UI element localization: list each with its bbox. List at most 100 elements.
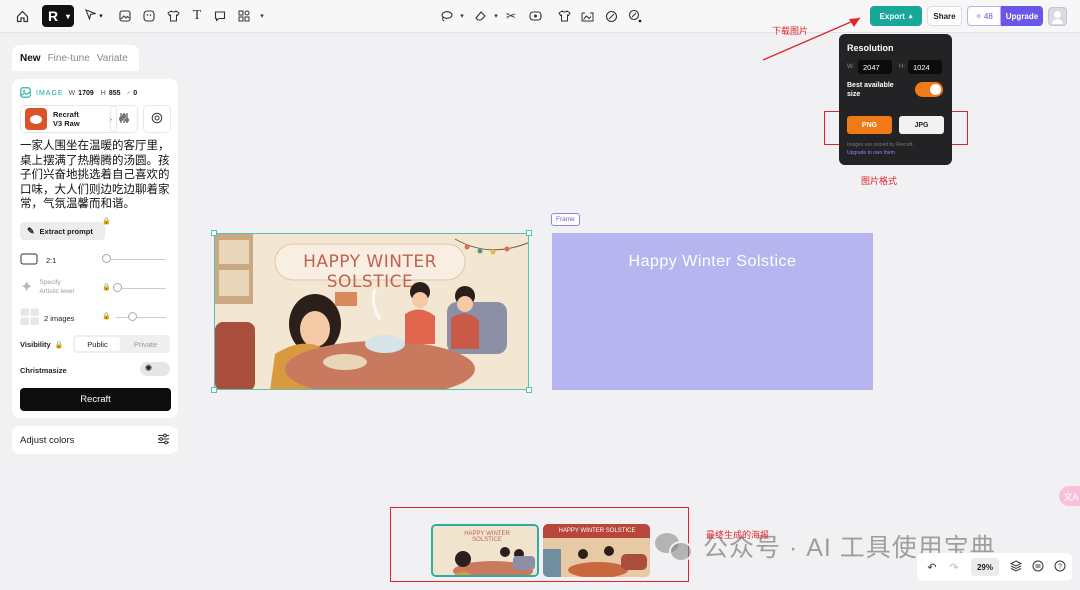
- tab-new[interactable]: New: [20, 53, 41, 64]
- width-label: W: [68, 89, 76, 97]
- comment-tool-icon[interactable]: [212, 8, 228, 24]
- aspect-ratio-slider[interactable]: [104, 259, 166, 260]
- help-icon[interactable]: ?: [1049, 560, 1071, 575]
- model-selector[interactable]: Recraft V3 Raw ›: [20, 105, 117, 133]
- tab-variate[interactable]: Variate: [97, 53, 128, 64]
- wechat-icon: [655, 531, 695, 562]
- artistic-level-knob[interactable]: [113, 283, 122, 292]
- user-avatar[interactable]: [1048, 7, 1067, 26]
- chevron-down-icon[interactable]: ▾: [254, 8, 270, 24]
- thumbnail-title: HAPPY WINTER SOLSTICE: [464, 531, 510, 543]
- export-popover: Resolution W: 2047 H: 1024 Best availabl…: [839, 34, 952, 165]
- select-tool[interactable]: ▾: [80, 6, 108, 26]
- export-label: Export: [879, 11, 905, 21]
- zoom-level[interactable]: 29%: [971, 558, 999, 576]
- frame-image-icon[interactable]: [579, 8, 595, 24]
- export-button[interactable]: Export ▴: [870, 6, 922, 26]
- translate-pill[interactable]: 文A: [1059, 486, 1080, 506]
- frame-tag[interactable]: Frame: [551, 213, 580, 226]
- cursor-icon: [85, 9, 98, 23]
- lasso-tool-icon[interactable]: [438, 8, 454, 24]
- app-logo-menu[interactable]: R ▾: [42, 5, 74, 27]
- image-type-icon[interactable]: [20, 87, 31, 100]
- image-count-setting[interactable]: 2 images: [20, 308, 74, 328]
- mockup-tool-icon[interactable]: [165, 8, 181, 24]
- frame-title[interactable]: Happy Winter Solstice: [552, 253, 873, 271]
- model-name: Recraft: [53, 110, 79, 119]
- magic-edit-icon[interactable]: [627, 8, 643, 24]
- upgrade-ownership-link[interactable]: Upgrade to own them: [847, 150, 895, 156]
- model-info: Recraft V3 Raw: [53, 110, 80, 128]
- resize-handle[interactable]: [211, 230, 217, 236]
- image-count-knob[interactable]: [128, 312, 137, 321]
- extract-prompt-button[interactable]: ✎ Extract prompt: [20, 222, 105, 240]
- sticker-tool-icon[interactable]: [141, 8, 157, 24]
- resize-handle[interactable]: [526, 230, 532, 236]
- dimensions: W 1709 H 855 ◜ 0: [69, 90, 138, 98]
- share-button[interactable]: Share: [927, 6, 962, 26]
- aspect-ratio-setting[interactable]: 2:1: [20, 253, 56, 267]
- image-count-slider[interactable]: [116, 317, 166, 318]
- smile-icon[interactable]: [1027, 560, 1049, 575]
- sliders-icon: [118, 112, 130, 127]
- artistic-level-setting[interactable]: ✦ Specify Artistic level: [20, 278, 74, 296]
- recraft-button[interactable]: Recraft: [20, 388, 171, 411]
- png-format-button[interactable]: PNG: [847, 116, 892, 134]
- best-size-toggle[interactable]: [915, 82, 943, 97]
- chevron-down-icon: ▾: [65, 11, 70, 21]
- chevron-down-icon[interactable]: ▾: [488, 8, 504, 24]
- settings-sliders-button[interactable]: [110, 105, 138, 133]
- aspect-ratio-knob[interactable]: [102, 254, 111, 263]
- artistic-level-slider[interactable]: [116, 288, 166, 289]
- artwork-title: HAPPY WINTER SOLSTICE: [303, 252, 437, 292]
- adjust-colors-row[interactable]: Adjust colors: [12, 426, 178, 454]
- width-value[interactable]: 1709: [78, 90, 94, 98]
- eraser-tool-icon[interactable]: [472, 8, 488, 24]
- lock-icon: 🔒: [102, 218, 111, 225]
- scissors-icon[interactable]: ✂: [503, 8, 519, 24]
- generation-panel: IMAGE W 1709 H 855 ◜ 0 Recraft V3 Raw › …: [12, 79, 178, 418]
- sparkle-icon: ✦: [20, 278, 34, 296]
- jpg-format-button[interactable]: JPG: [899, 116, 944, 134]
- text-tool-icon[interactable]: T: [189, 8, 205, 24]
- visibility-toggle[interactable]: Public Private: [73, 335, 170, 353]
- poster-thumbnail-1[interactable]: HAPPY WINTER SOLSTICE: [431, 524, 539, 577]
- credits-badge[interactable]: ✧ 48: [967, 6, 1001, 26]
- artistic-label-line2: Artistic level: [39, 288, 75, 295]
- sliders-icon: [157, 433, 170, 448]
- image-tool-icon[interactable]: [117, 8, 133, 24]
- best-size-label: Best available size: [847, 82, 894, 98]
- height-value[interactable]: 855: [109, 90, 121, 98]
- mockup-shirt-icon[interactable]: [556, 8, 572, 24]
- vectorize-icon[interactable]: [527, 8, 543, 24]
- visibility-private-option[interactable]: Private: [123, 337, 168, 351]
- logo-letter: R: [48, 8, 59, 24]
- layers-icon[interactable]: [1005, 559, 1027, 575]
- style-brush-icon[interactable]: [603, 8, 619, 24]
- export-height-field[interactable]: 1024: [908, 60, 942, 74]
- thumbnail-title: HAPPY WINTER SOLSTICE: [558, 528, 636, 534]
- credits-count: 48: [983, 11, 993, 21]
- tab-fine-tune[interactable]: Fine-tune: [48, 53, 90, 64]
- palette-button[interactable]: [143, 105, 171, 133]
- visibility-label: Visibility: [20, 340, 51, 349]
- extra-value[interactable]: 0: [133, 90, 137, 98]
- image-type-label[interactable]: IMAGE: [36, 90, 64, 97]
- prompt-text[interactable]: 一家人围坐在温暖的客厅里，桌上摆满了热腾腾的汤圆。孩子们兴奋地挑选着自己喜欢的口…: [20, 139, 172, 212]
- resize-handle[interactable]: [526, 387, 532, 393]
- visibility-public-option[interactable]: Public: [75, 337, 120, 351]
- home-icon[interactable]: [14, 8, 30, 24]
- shapes-tool-icon[interactable]: [236, 8, 252, 24]
- upgrade-button[interactable]: Upgrade: [1001, 6, 1043, 26]
- annotation-format: 图片格式: [861, 176, 898, 186]
- export-width-field[interactable]: 2047: [858, 60, 892, 74]
- resize-handle[interactable]: [211, 387, 217, 393]
- undo-icon[interactable]: ↶: [921, 561, 943, 574]
- christmasize-toggle[interactable]: [140, 362, 170, 376]
- chevron-down-icon[interactable]: ▾: [454, 8, 470, 24]
- text-frame[interactable]: Happy Winter Solstice: [552, 233, 873, 390]
- poster-thumbnail-2[interactable]: HAPPY WINTER SOLSTICE: [543, 524, 650, 577]
- redo-icon[interactable]: ↷: [943, 561, 965, 574]
- generated-artwork[interactable]: HAPPY WINTER SOLSTICE: [214, 233, 529, 390]
- swirl-icon: [151, 112, 163, 127]
